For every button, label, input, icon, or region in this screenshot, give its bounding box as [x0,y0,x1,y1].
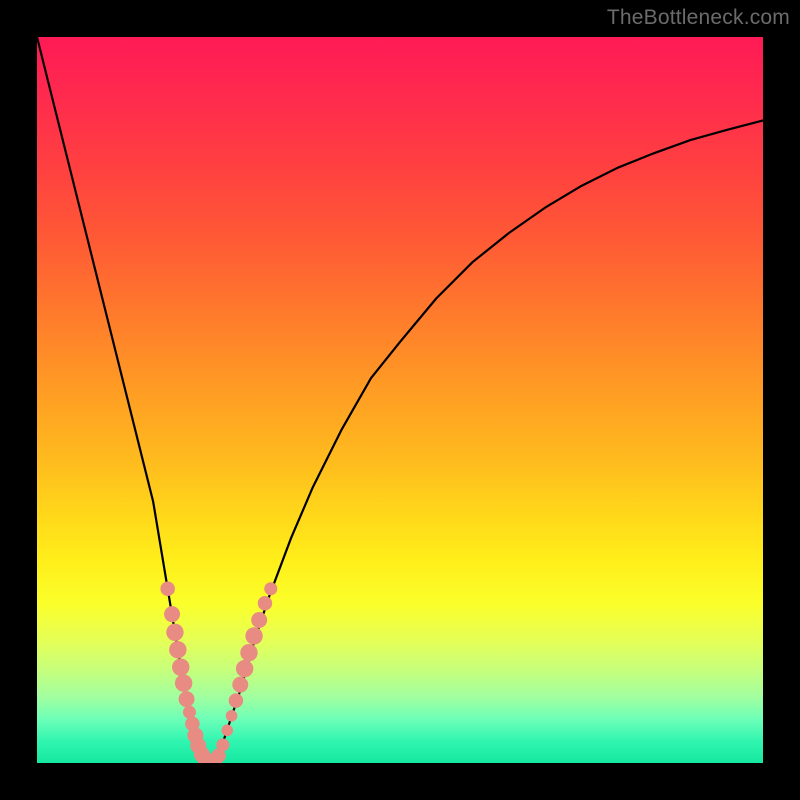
curve-marker [258,596,273,611]
curve-marker [169,641,186,658]
curve-marker [221,725,233,737]
curve-marker [236,660,253,677]
curve-marker [245,627,262,644]
curve-marker [160,582,175,597]
marker-group [160,582,277,764]
curve-marker [226,710,238,722]
curve-marker [251,612,267,628]
curve-marker [240,644,257,661]
curve-marker [264,582,277,595]
curve-marker [232,677,248,693]
chart-frame: TheBottleneck.com [0,0,800,800]
curve-svg [37,37,763,763]
plot-area [37,37,763,763]
curve-marker [175,674,192,691]
curve-marker [172,658,189,675]
watermark-text: TheBottleneck.com [607,6,790,30]
bottleneck-curve-line [37,37,763,763]
curve-marker [216,738,229,751]
curve-marker [164,606,180,622]
curve-marker [166,624,183,641]
curve-marker [179,691,195,707]
curve-marker [229,693,244,708]
